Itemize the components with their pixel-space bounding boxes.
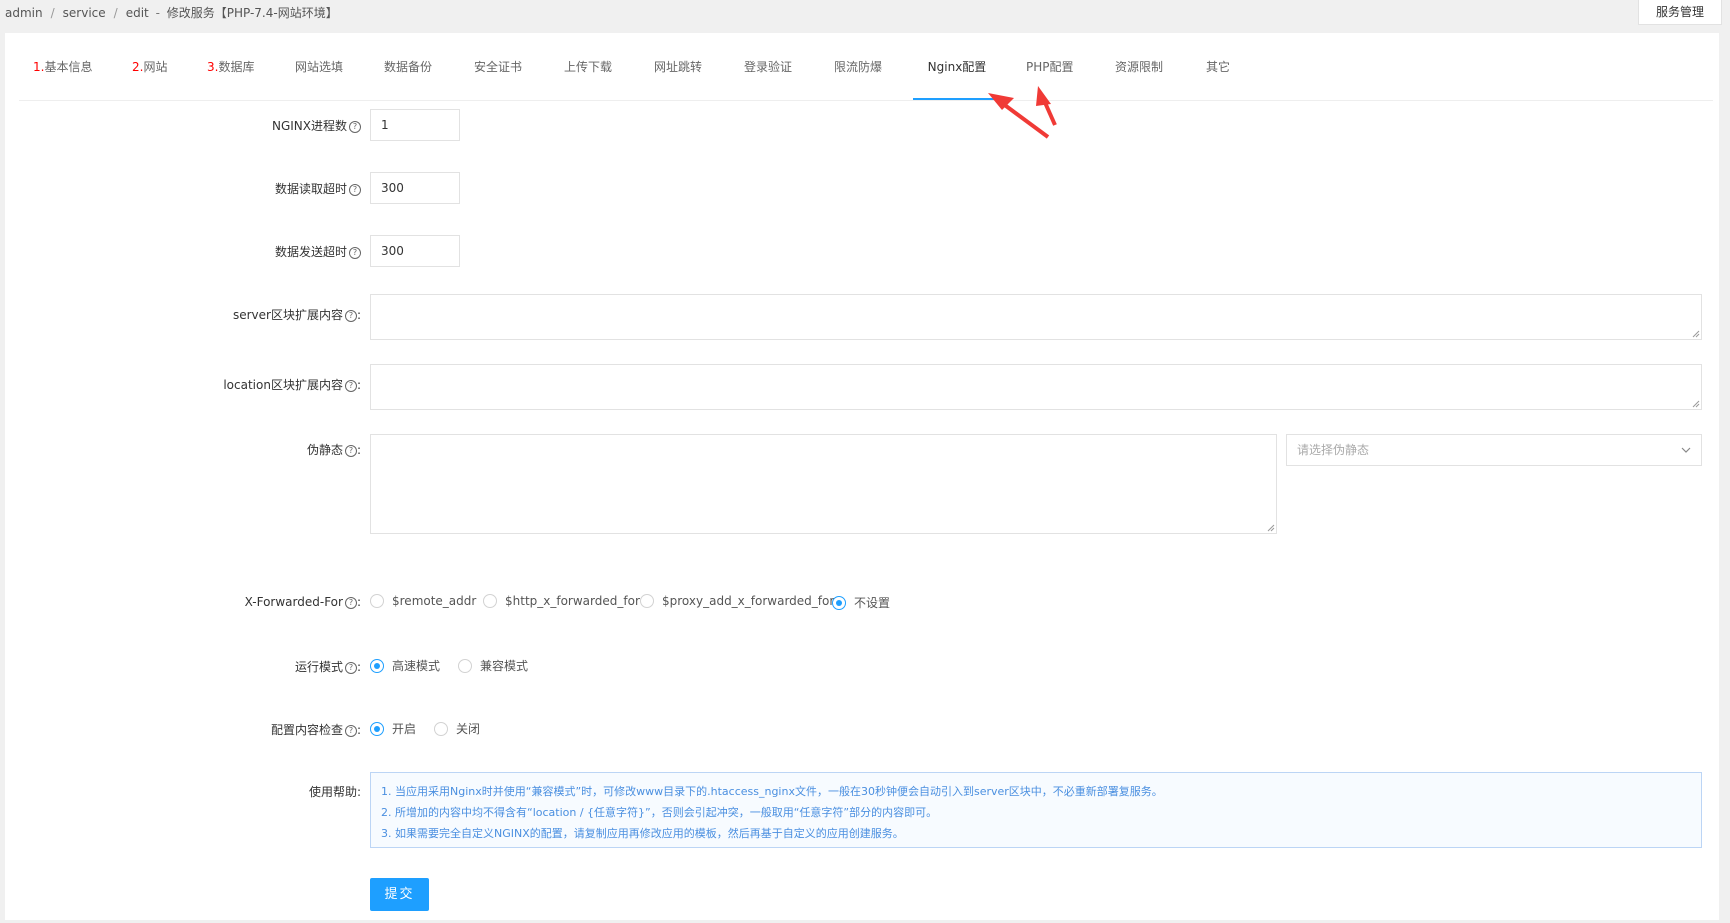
tab-rate-limit[interactable]: 限流防爆 bbox=[834, 55, 882, 99]
rewrite-textarea[interactable] bbox=[370, 434, 1277, 534]
resize-handle-icon[interactable] bbox=[1691, 329, 1700, 338]
page-title: 修改服务【PHP-7.4-网站环境】 bbox=[166, 6, 338, 20]
service-management-button[interactable]: 服务管理 bbox=[1638, 0, 1722, 25]
help-icon[interactable]: ? bbox=[344, 662, 357, 674]
help-icon[interactable]: ? bbox=[344, 380, 357, 392]
xff-option-none[interactable]: 不设置 bbox=[832, 594, 890, 611]
help-icon[interactable]: ? bbox=[349, 121, 361, 133]
tab-php-config[interactable]: PHP配置 bbox=[1026, 55, 1074, 99]
run-mode-option-fast[interactable]: 高速模式 bbox=[370, 657, 440, 674]
help-icon[interactable]: ? bbox=[349, 247, 361, 259]
read-timeout-input[interactable]: 300 bbox=[370, 172, 460, 204]
tab-site-options[interactable]: 网站选填 bbox=[295, 55, 343, 99]
tab-website[interactable]: 2.网站 bbox=[132, 55, 167, 99]
tab-ssl-cert[interactable]: 安全证书 bbox=[474, 55, 522, 99]
chevron-down-icon bbox=[1681, 447, 1691, 453]
tab-basic-info[interactable]: 1.基本信息 bbox=[33, 55, 92, 99]
config-check-label: 配置内容检查?: bbox=[270, 723, 361, 737]
location-ext-textarea[interactable] bbox=[370, 364, 1702, 410]
help-icon[interactable]: ? bbox=[349, 184, 361, 196]
help-icon[interactable]: ? bbox=[344, 310, 357, 322]
config-check-option-on[interactable]: 开启 bbox=[370, 720, 416, 737]
breadcrumb: admin / service / edit - 修改服务【PHP-7.4-网站环境】 bbox=[5, 6, 338, 20]
breadcrumb-item-edit: edit bbox=[125, 6, 149, 20]
tab-database[interactable]: 3.数据库 bbox=[207, 55, 254, 99]
rewrite-label: 伪静态?: bbox=[306, 443, 361, 457]
top-bar: admin / service / edit - 修改服务【PHP-7.4-网站环境】 … bbox=[0, 0, 1730, 30]
breadcrumb-item-admin[interactable]: admin bbox=[5, 6, 43, 20]
tab-nginx-config[interactable]: Nginx配置 bbox=[913, 55, 1001, 100]
send-timeout-input[interactable]: 300 bbox=[370, 235, 460, 267]
tab-resource-limit[interactable]: 资源限制 bbox=[1115, 55, 1163, 99]
help-line: 1. 当应用采用Nginx时并使用“兼容模式”时，可修改www目录下的.htac… bbox=[381, 785, 1163, 798]
server-ext-textarea[interactable] bbox=[370, 294, 1702, 340]
server-ext-label: server区块扩展内容?: bbox=[232, 308, 361, 322]
xff-option-remote-addr[interactable]: $remote_addr bbox=[370, 594, 476, 608]
resize-handle-icon[interactable] bbox=[1691, 399, 1700, 408]
xff-option-http-x-forwarded-for[interactable]: $http_x_forwarded_for bbox=[483, 594, 640, 608]
submit-button[interactable]: 提交 bbox=[370, 878, 429, 911]
send-timeout-label: 数据发送超时? bbox=[275, 243, 361, 260]
xff-option-proxy-add[interactable]: $proxy_add_x_forwarded_for bbox=[640, 594, 834, 608]
help-icon[interactable]: ? bbox=[344, 597, 357, 609]
help-box: 1. 当应用采用Nginx时并使用“兼容模式”时，可修改www目录下的.htac… bbox=[370, 772, 1702, 848]
breadcrumb-item-service[interactable]: service bbox=[63, 6, 106, 20]
help-line: 2. 所增加的内容中均不得含有“location / {任意字符}”，否则会引起… bbox=[381, 806, 938, 819]
tab-other[interactable]: 其它 bbox=[1206, 55, 1230, 99]
help-icon[interactable]: ? bbox=[344, 445, 357, 457]
help-icon[interactable]: ? bbox=[344, 725, 357, 737]
help-label: 使用帮助: bbox=[308, 785, 361, 799]
read-timeout-label: 数据读取超时? bbox=[275, 180, 361, 197]
rewrite-select[interactable]: 请选择伪静态 bbox=[1286, 434, 1702, 466]
resize-handle-icon[interactable] bbox=[1266, 523, 1275, 532]
run-mode-option-compat[interactable]: 兼容模式 bbox=[458, 657, 528, 674]
tab-data-backup[interactable]: 数据备份 bbox=[384, 55, 432, 99]
config-check-option-off[interactable]: 关闭 bbox=[434, 720, 480, 737]
tab-bar: 1.基本信息 2.网站 3.数据库 网站选填 数据备份 安全证书 上传下载 网址… bbox=[19, 55, 1713, 101]
tab-upload-download[interactable]: 上传下载 bbox=[564, 55, 612, 99]
tab-url-redirect[interactable]: 网址跳转 bbox=[654, 55, 702, 99]
xff-label: X-Forwarded-For?: bbox=[244, 595, 361, 609]
nginx-workers-input[interactable]: 1 bbox=[370, 109, 460, 141]
tab-login-auth[interactable]: 登录验证 bbox=[744, 55, 792, 99]
run-mode-label: 运行模式?: bbox=[294, 660, 361, 674]
location-ext-label: location区块扩展内容?: bbox=[223, 378, 361, 392]
help-line: 3. 如果需要完全自定义NGINX的配置，请复制应用再修改应用的模板，然后再基于… bbox=[381, 827, 904, 840]
nginx-workers-label: NGINX进程数? bbox=[272, 117, 361, 134]
